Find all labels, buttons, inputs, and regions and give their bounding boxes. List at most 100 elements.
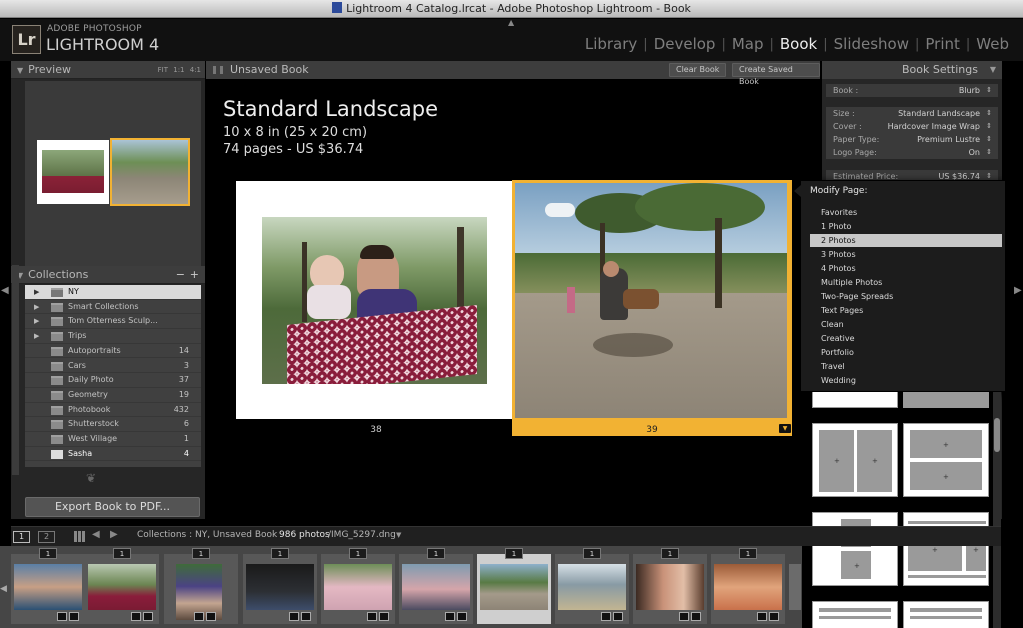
- menu-item-multiple-photos[interactable]: Multiple Photos: [810, 276, 1002, 289]
- chevron-down-icon[interactable]: ▼: [396, 531, 401, 539]
- top-panel-toggle-icon[interactable]: ▲: [508, 18, 514, 27]
- setting-logo-page[interactable]: Logo Page: On ⇕: [826, 146, 998, 159]
- zoom-fit[interactable]: FIT: [158, 66, 168, 74]
- menu-item-creative[interactable]: Creative: [810, 332, 1002, 345]
- forward-arrow-icon[interactable]: ▶: [110, 529, 118, 540]
- collection-item-west-village[interactable]: West Village 1: [25, 432, 201, 447]
- filmstrip-thumb[interactable]: 1: [11, 548, 85, 624]
- left-page[interactable]: [236, 181, 513, 419]
- menu-item-travel[interactable]: Travel: [810, 360, 1002, 373]
- clear-book-button[interactable]: Clear Book: [669, 63, 727, 77]
- filmstrip-thumb[interactable]: 1: [243, 548, 317, 624]
- layout-template[interactable]: ++: [903, 512, 989, 586]
- zoom-1-1[interactable]: 1:1: [173, 66, 184, 74]
- filmstrip-left-arrow-icon[interactable]: ◀: [0, 584, 7, 594]
- setting-size[interactable]: Size : Standard Landscape ⇕: [826, 107, 998, 120]
- left-panel-toggle-icon[interactable]: ◀: [1, 285, 9, 296]
- module-print[interactable]: Print: [919, 35, 966, 53]
- brand-vendor: ADOBE PHOTOSHOP: [47, 24, 142, 34]
- collection-item-tom-otterness[interactable]: ▶ Tom Otterness Sculp...: [25, 314, 201, 330]
- collection-item-cars[interactable]: Cars 3: [25, 359, 201, 374]
- menu-item-2-photos[interactable]: 2 Photos: [810, 234, 1002, 247]
- filmstrip-thumb[interactable]: 1: [164, 548, 238, 624]
- preview-title: Preview: [28, 63, 71, 76]
- current-filename[interactable]: /IMG_5297.dng: [328, 530, 396, 540]
- zoom-4-1[interactable]: 4:1: [190, 66, 201, 74]
- module-map[interactable]: Map: [726, 35, 770, 53]
- collection-item-shutterstock[interactable]: Shutterstock 6: [25, 417, 201, 432]
- collection-item-geometry[interactable]: Geometry 19: [25, 388, 201, 403]
- module-slideshow[interactable]: Slideshow: [828, 35, 915, 53]
- collection-item-daily-photo[interactable]: Daily Photo 37: [25, 373, 201, 388]
- right-page-photo[interactable]: [515, 183, 787, 418]
- menu-item-3-photos[interactable]: 3 Photos: [810, 248, 1002, 261]
- setting-cover[interactable]: Cover : Hardcover Image Wrap ⇕: [826, 120, 998, 133]
- photo-count: 986 photos: [279, 530, 330, 540]
- collection-item-smart[interactable]: ▶ Smart Collections: [25, 300, 201, 315]
- window-2-button[interactable]: 2: [38, 531, 55, 543]
- disclosure-icon: ▼: [17, 66, 24, 75]
- back-arrow-icon[interactable]: ◀: [92, 529, 100, 540]
- filmstrip-thumb[interactable]: 1: [399, 548, 473, 624]
- collection-item-ny[interactable]: ▶ NY: [25, 285, 201, 300]
- menu-item-wedding[interactable]: Wedding: [810, 374, 1002, 387]
- export-pdf-button[interactable]: Export Book to PDF...: [25, 497, 200, 517]
- setting-paper-type[interactable]: Paper Type: Premium Lustre ⇕: [826, 133, 998, 146]
- module-develop[interactable]: Develop: [648, 35, 722, 53]
- layout-template[interactable]: ++: [812, 512, 898, 586]
- filmstrip-thumb-selected[interactable]: 1: [477, 548, 551, 624]
- lightroom-logo: Lr: [12, 25, 41, 54]
- menu-item-portfolio[interactable]: Portfolio: [810, 346, 1002, 359]
- layout-template[interactable]: [903, 601, 989, 628]
- menu-item-text-pages[interactable]: Text Pages: [810, 304, 1002, 317]
- scroll-thumb[interactable]: [994, 418, 1000, 452]
- menu-item-two-page-spreads[interactable]: Two-Page Spreads: [810, 290, 1002, 303]
- filmstrip-thumb-partial[interactable]: [789, 564, 801, 610]
- layout-template[interactable]: ++: [903, 423, 989, 497]
- filmstrip-thumb[interactable]: 1: [321, 548, 395, 624]
- module-library[interactable]: Library: [579, 35, 643, 53]
- collection-item-autoportraits[interactable]: Autoportraits 14: [25, 344, 201, 359]
- filmstrip-thumb[interactable]: 1: [633, 548, 707, 624]
- menu-item-favorites[interactable]: Favorites: [810, 206, 1002, 219]
- stepper-icon: ⇕: [986, 109, 992, 117]
- layout-template[interactable]: ++: [812, 423, 898, 497]
- collection-item-sasha[interactable]: Sasha 4: [25, 447, 201, 462]
- left-page-photo[interactable]: [262, 217, 487, 384]
- layout-template[interactable]: [812, 601, 898, 628]
- layout-template[interactable]: [903, 392, 989, 408]
- layout-template[interactable]: [812, 392, 898, 408]
- create-saved-book-button[interactable]: Create Saved Book: [732, 63, 820, 86]
- module-book[interactable]: Book: [774, 35, 823, 53]
- book-settings-title: Book Settings: [902, 63, 978, 76]
- filmstrip-source[interactable]: Collections : NY, Unsaved Book: [137, 530, 277, 540]
- remove-collection-button[interactable]: −: [176, 266, 185, 284]
- book-settings-header[interactable]: Book Settings ▼: [822, 61, 1002, 79]
- view-toggle-icon[interactable]: [213, 66, 223, 74]
- add-collection-button[interactable]: +: [190, 266, 199, 284]
- filmstrip-thumb[interactable]: 1: [711, 548, 785, 624]
- left-scrollbar[interactable]: [12, 265, 19, 475]
- module-picker: Library | Develop | Map | Book | Slideshow | …: [579, 35, 1015, 53]
- grid-view-icon[interactable]: [74, 531, 85, 542]
- filmstrip-thumb[interactable]: 1: [555, 548, 629, 624]
- layouts-scrollbar[interactable]: [993, 392, 1001, 628]
- book-pages-price: 74 pages - US $36.74: [223, 142, 364, 157]
- book-title: Standard Landscape: [223, 97, 439, 121]
- stepper-icon: ⇕: [986, 135, 992, 143]
- menu-item-4-photos[interactable]: 4 Photos: [810, 262, 1002, 275]
- menu-item-1-photo[interactable]: 1 Photo: [810, 220, 1002, 233]
- preview-header[interactable]: ▼ Preview FIT 1:1 4:1: [11, 61, 205, 79]
- collection-item-photobook[interactable]: Photobook 432: [25, 403, 201, 418]
- right-panel-toggle-icon[interactable]: ▶: [1014, 285, 1022, 296]
- collections-header[interactable]: ▼ Collections − +: [11, 266, 205, 284]
- collection-item-trips[interactable]: ▶ Trips: [25, 329, 201, 344]
- filmstrip: ◀ 1 1 1 1 1 1 1 1 1 1: [0, 546, 802, 628]
- window-1-button[interactable]: 1: [13, 531, 30, 543]
- page-options-icon[interactable]: ▼: [779, 424, 791, 433]
- menu-item-clean[interactable]: Clean: [810, 318, 1002, 331]
- right-page-selected[interactable]: [512, 180, 792, 436]
- filmstrip-thumb[interactable]: 1: [85, 548, 159, 624]
- setting-book[interactable]: Book : Blurb ⇕: [826, 84, 998, 97]
- module-web[interactable]: Web: [970, 35, 1015, 53]
